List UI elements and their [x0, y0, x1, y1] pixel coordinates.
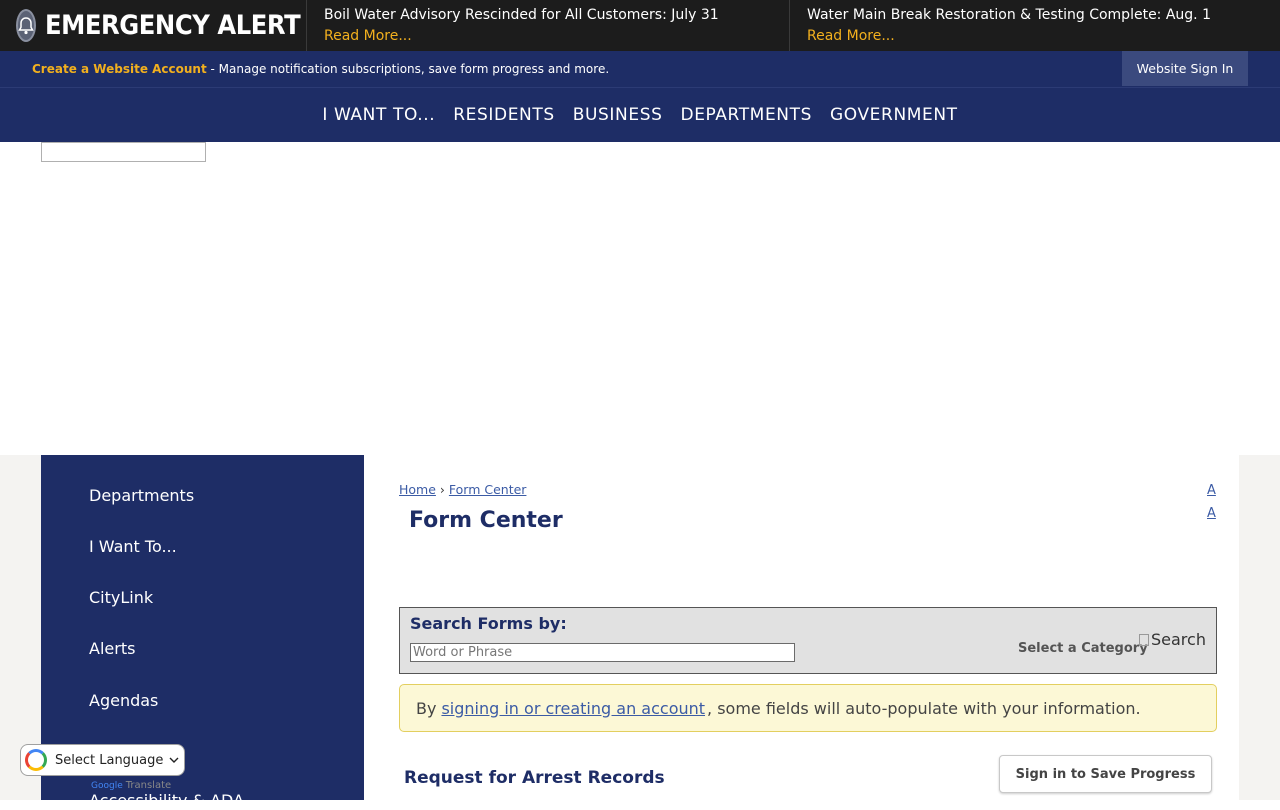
- breadcrumb-separator: ›: [439, 482, 445, 497]
- nav-i-want-to[interactable]: I WANT TO...: [322, 105, 435, 125]
- account-bar: Create a Website Account - Manage notifi…: [0, 51, 1280, 87]
- website-sign-in-button[interactable]: Website Sign In: [1122, 51, 1248, 86]
- alert-item: Water Main Break Restoration & Testing C…: [790, 0, 1280, 51]
- language-select[interactable]: Select Language: [20, 744, 185, 776]
- chevron-down-icon: [169, 757, 179, 763]
- read-more-link[interactable]: Read More...: [324, 26, 412, 46]
- nav-residents[interactable]: RESIDENTS: [453, 105, 554, 125]
- alert-label: EMERGENCY ALERT: [45, 10, 301, 41]
- sign-in-notice: By signing in or creating an account , s…: [399, 684, 1217, 732]
- nav-departments[interactable]: DEPARTMENTS: [681, 105, 813, 125]
- nav-government[interactable]: GOVERNMENT: [830, 105, 958, 125]
- powered-by-google: Google Translate: [91, 780, 171, 791]
- account-message: Create a Website Account - Manage notifi…: [0, 62, 609, 76]
- google-icon: [25, 749, 47, 771]
- sign-in-link[interactable]: signing in or creating an account: [441, 699, 705, 718]
- search-panel: Search Forms by: Select a Category Searc…: [399, 607, 1217, 674]
- select-category[interactable]: Select a Category: [1018, 641, 1148, 656]
- notice-suffix: , some fields will auto-populate with yo…: [707, 698, 1141, 718]
- text-size-decrease[interactable]: A: [1207, 506, 1216, 521]
- alert-title: EMERGENCY ALERT: [0, 0, 307, 51]
- sidebar-item-alerts[interactable]: Alerts: [89, 639, 135, 658]
- read-more-link[interactable]: Read More...: [807, 26, 895, 46]
- bell-icon: [16, 9, 36, 42]
- language-select-label: Select Language: [55, 752, 164, 768]
- search-input[interactable]: [410, 643, 795, 662]
- search-button-label: Search: [1151, 630, 1206, 649]
- broken-image-icon: [1139, 633, 1149, 646]
- sidebar-item-i-want-to[interactable]: I Want To...: [89, 537, 177, 556]
- sidebar-item-citylink[interactable]: CityLink: [89, 588, 153, 607]
- breadcrumb-home[interactable]: Home: [399, 482, 436, 497]
- breadcrumb: Home › Form Center: [399, 482, 526, 497]
- breadcrumb-form-center[interactable]: Form Center: [449, 482, 527, 497]
- sign-in-save-progress-button[interactable]: Sign in to Save Progress: [999, 755, 1212, 793]
- account-description: - Manage notification subscriptions, sav…: [206, 62, 610, 76]
- sidebar-item-departments[interactable]: Departments: [89, 486, 194, 505]
- site-logo[interactable]: [41, 142, 206, 162]
- alert-item: Boil Water Advisory Rescinded for All Cu…: [307, 0, 790, 51]
- page-title: Form Center: [409, 508, 563, 533]
- sidebar-item-accessibility[interactable]: Accessibility & ADA: [89, 791, 244, 810]
- form-title: Request for Arrest Records: [404, 768, 665, 788]
- search-button[interactable]: Search: [1139, 630, 1206, 649]
- sidebar-item-agendas[interactable]: Agendas: [89, 691, 158, 710]
- main-nav: I WANT TO... RESIDENTS BUSINESS DEPARTME…: [0, 87, 1280, 142]
- alert-text: Boil Water Advisory Rescinded for All Cu…: [324, 7, 719, 23]
- text-size-increase[interactable]: A: [1207, 483, 1216, 498]
- powered-brand: Google: [91, 781, 123, 791]
- main-content: Home › Form Center Form Center A A Searc…: [364, 455, 1239, 800]
- create-account-link[interactable]: Create a Website Account: [32, 62, 207, 76]
- notice-prefix: By: [416, 698, 437, 718]
- powered-text: Translate: [125, 780, 172, 791]
- search-label: Search Forms by:: [410, 614, 567, 633]
- emergency-alert-bar: EMERGENCY ALERT Boil Water Advisory Resc…: [0, 0, 1280, 51]
- nav-business[interactable]: BUSINESS: [573, 105, 663, 125]
- alert-text: Water Main Break Restoration & Testing C…: [807, 7, 1211, 23]
